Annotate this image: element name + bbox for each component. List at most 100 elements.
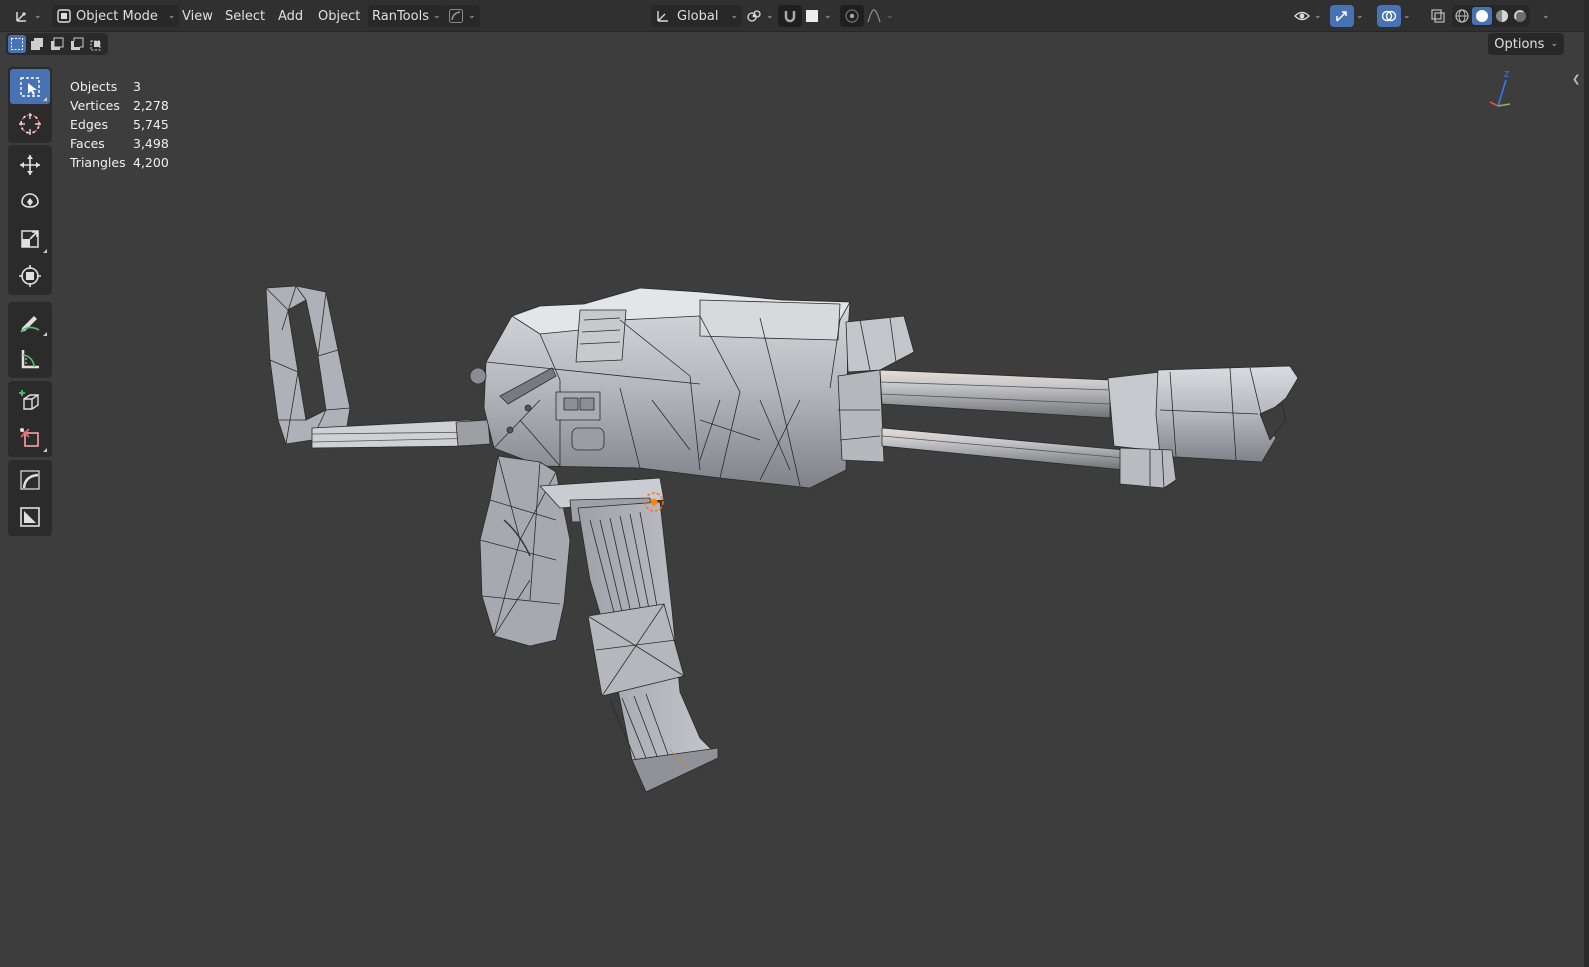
xray-toggle-icon xyxy=(1430,8,1446,24)
mode-label: Object Mode xyxy=(76,8,158,24)
gizmo-arrow-icon xyxy=(1334,8,1350,24)
gizmo-toggle[interactable] xyxy=(1330,5,1354,27)
mode-dropdown[interactable]: Object Mode ⌄ xyxy=(52,5,180,27)
sidebar-expand-icon[interactable]: ❮ xyxy=(1572,74,1580,85)
menu-add[interactable]: Add xyxy=(274,5,307,27)
menu-rantools[interactable]: RanTools ⌄ xyxy=(368,5,445,27)
viewport-right-border xyxy=(1584,0,1589,967)
menu-select[interactable]: Select xyxy=(221,5,269,27)
chevron-down-icon: ⌄ xyxy=(34,11,42,21)
tool-add-cube[interactable] xyxy=(10,383,50,418)
tool-rotate[interactable] xyxy=(10,184,50,219)
barrel-lower xyxy=(881,427,1125,471)
select-intersect-icon xyxy=(90,40,101,51)
gun-model[interactable] xyxy=(265,285,1299,793)
stat-objects: Objects 3 xyxy=(70,77,169,96)
tool-move[interactable] xyxy=(10,147,50,182)
menu-add-label: Add xyxy=(278,8,304,24)
snap-toggle[interactable] xyxy=(778,5,802,27)
toolbar-group-annotate xyxy=(8,302,52,378)
menu-rantools-label: RanTools xyxy=(372,8,429,24)
stat-edges-label: Edges xyxy=(70,117,108,132)
select-mode-difference[interactable] xyxy=(68,35,86,53)
select-set-icon xyxy=(11,38,23,50)
viewport-3d[interactable] xyxy=(0,0,1589,967)
material-preview-icon[interactable] xyxy=(1494,8,1510,24)
stock-rod xyxy=(311,419,491,449)
select-subtract-icon xyxy=(51,37,64,50)
stat-faces: Faces 3,498 xyxy=(70,134,169,153)
gizmo-z-label: Z xyxy=(1504,70,1510,79)
stat-vertices-label: Vertices xyxy=(70,98,120,113)
stock-mesh xyxy=(265,285,351,445)
overlays-toggle[interactable] xyxy=(1377,5,1401,27)
orientation-dropdown[interactable]: Global ⌄ xyxy=(651,5,743,27)
measure-icon xyxy=(21,349,39,368)
tool-curve[interactable] xyxy=(10,462,50,497)
chevron-down-icon: ⌄ xyxy=(1403,11,1411,21)
pivot-point-dropdown[interactable]: ⌄ xyxy=(742,5,778,27)
stat-triangles: Triangles 4,200 xyxy=(70,153,169,172)
rantools-extra-dropdown[interactable]: ⌄ xyxy=(444,5,480,27)
gizmo-dropdown[interactable]: ⌄ xyxy=(1352,5,1368,27)
navigation-gizmo[interactable]: Z xyxy=(1480,62,1530,122)
solid-shading-icon[interactable] xyxy=(1472,7,1492,25)
overlays-dropdown[interactable]: ⌄ xyxy=(1399,5,1415,27)
tool-edit[interactable] xyxy=(10,420,50,455)
tool-scale[interactable] xyxy=(10,221,50,256)
cursor-icon xyxy=(19,112,41,135)
menu-object[interactable]: Object xyxy=(314,5,364,27)
scene-statistics: Objects 3 Vertices 2,278 Edges 5,745 Faces 3… xyxy=(70,77,169,172)
magazine xyxy=(577,501,719,793)
tool-select-box[interactable] xyxy=(10,69,50,104)
select-mode-intersect[interactable] xyxy=(88,35,106,53)
curve-tool-icon xyxy=(20,469,40,490)
tool-annotate[interactable] xyxy=(10,304,50,339)
menu-object-label: Object xyxy=(318,8,361,24)
pistol-grip xyxy=(479,455,571,647)
move-icon xyxy=(20,154,40,175)
select-difference-icon xyxy=(71,37,84,50)
front-block xyxy=(837,315,915,463)
shading-dropdown[interactable]: ⌄ xyxy=(1538,5,1554,27)
select-box-icon xyxy=(20,76,40,97)
tool-image[interactable] xyxy=(10,499,50,534)
tool-transform[interactable] xyxy=(10,258,50,293)
visibility-dropdown[interactable]: ⌄ xyxy=(1290,5,1326,27)
annotate-icon xyxy=(20,315,40,333)
falloff-dropdown[interactable]: ⌄ xyxy=(862,5,898,27)
snap-target-dropdown[interactable]: ⌄ xyxy=(800,5,836,27)
select-mode-set[interactable] xyxy=(8,35,26,53)
menu-view[interactable]: View xyxy=(178,5,217,27)
image-tool-icon xyxy=(20,506,40,527)
select-mode-subtract[interactable] xyxy=(48,35,66,53)
tool-measure[interactable] xyxy=(10,341,50,376)
orientation-axes-icon xyxy=(655,8,671,24)
object-mode-icon xyxy=(56,8,72,24)
overlay-circles-icon xyxy=(1381,8,1397,24)
select-mode-extend[interactable] xyxy=(28,35,46,53)
editor-type-button[interactable]: ⌄ xyxy=(10,5,46,27)
stat-faces-value: 3,498 xyxy=(133,136,169,151)
transform-axis-icon xyxy=(14,8,30,24)
wireframe-shading-icon[interactable] xyxy=(1454,8,1470,24)
toolbar-group-extra xyxy=(8,460,52,536)
trigger-guard xyxy=(539,477,665,523)
options-dropdown[interactable]: Options ⌄ xyxy=(1488,33,1564,55)
rendered-shading-icon[interactable] xyxy=(1512,8,1528,24)
tool-cursor[interactable] xyxy=(10,106,50,141)
add-cube-icon xyxy=(19,389,39,410)
stat-objects-label: Objects xyxy=(70,79,118,94)
select-extend-icon xyxy=(31,38,43,50)
shading-modes xyxy=(1452,5,1530,27)
chevron-down-icon: ⌄ xyxy=(468,11,476,21)
orientation-label: Global xyxy=(677,8,719,24)
proportional-editing-toggle[interactable] xyxy=(840,5,864,27)
chevron-down-icon: ⌄ xyxy=(1542,11,1550,21)
scale-icon xyxy=(21,229,39,248)
chevron-down-icon: ⌄ xyxy=(432,11,441,21)
chevron-down-icon: ⌄ xyxy=(1550,39,1558,49)
xray-toggle[interactable] xyxy=(1426,5,1450,27)
menu-view-label: View xyxy=(182,8,213,24)
falloff-curve-icon xyxy=(866,8,882,24)
